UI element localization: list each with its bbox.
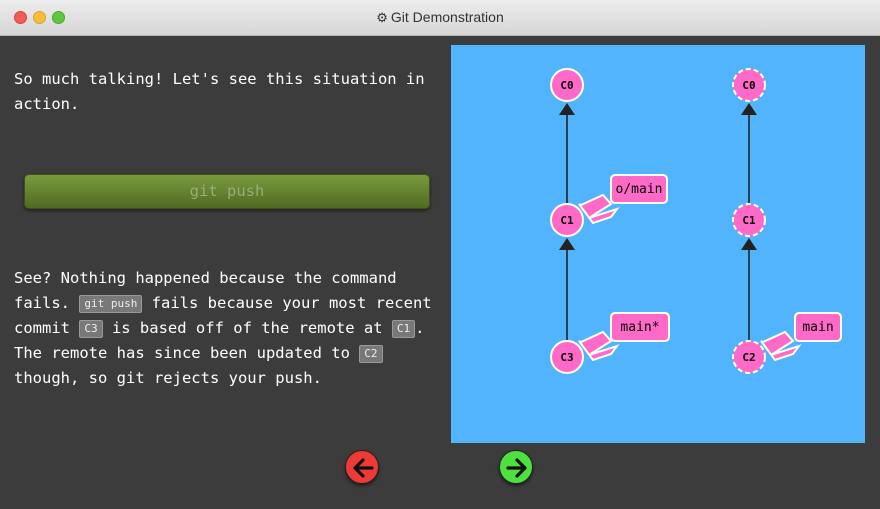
previous-step-button[interactable] <box>345 450 379 484</box>
code-c1: C1 <box>391 320 416 338</box>
code-git-push: git push <box>79 295 143 313</box>
commit-label: C0 <box>560 79 573 92</box>
gear-icon: ⚙ <box>376 10 388 25</box>
arrowhead <box>741 103 757 115</box>
title-bar: ⚙ Git Demonstration <box>0 0 880 36</box>
git-push-command-button[interactable]: git push <box>24 174 430 209</box>
arrowhead <box>741 238 757 250</box>
intro-text: So much talking! Let's see this situatio… <box>14 70 425 113</box>
git-graph-svg: o/main main* main C0 C1 C3 C0 C1 C2 <box>550 68 842 374</box>
branch-arrow-remote-main <box>760 330 802 362</box>
commit-label: C1 <box>560 214 574 227</box>
commit-label: C1 <box>742 214 756 227</box>
code-c2: C2 <box>359 345 383 363</box>
arrow-left-icon <box>353 458 374 478</box>
window-title-text: Git Demonstration <box>390 9 504 25</box>
branch-label-o-main: o/main <box>616 182 663 197</box>
branch-label-remote-main: main <box>802 320 833 335</box>
next-step-button[interactable] <box>499 450 533 484</box>
git-graph-canvas: o/main main* main C0 C1 C3 C0 C1 C2 <box>451 45 865 443</box>
explanation-text: See? Nothing happened because the comman… <box>14 266 444 391</box>
code-c3: C3 <box>79 320 103 338</box>
window-title: ⚙ Git Demonstration <box>0 9 880 26</box>
commit-label: C2 <box>742 351 755 364</box>
commit-label: C3 <box>560 351 573 364</box>
explanation-part: is based off of the remote at <box>111 319 383 337</box>
commit-label: C0 <box>742 79 755 92</box>
git-demonstration-window: ⚙ Git Demonstration So much talking! Let'… <box>0 0 880 509</box>
explanation-part: though, so git rejects your push. <box>14 369 322 387</box>
branch-label-main-star: main* <box>620 320 659 335</box>
arrowhead <box>559 238 575 250</box>
arrowhead <box>559 103 575 115</box>
arrow-right-icon <box>506 458 527 478</box>
